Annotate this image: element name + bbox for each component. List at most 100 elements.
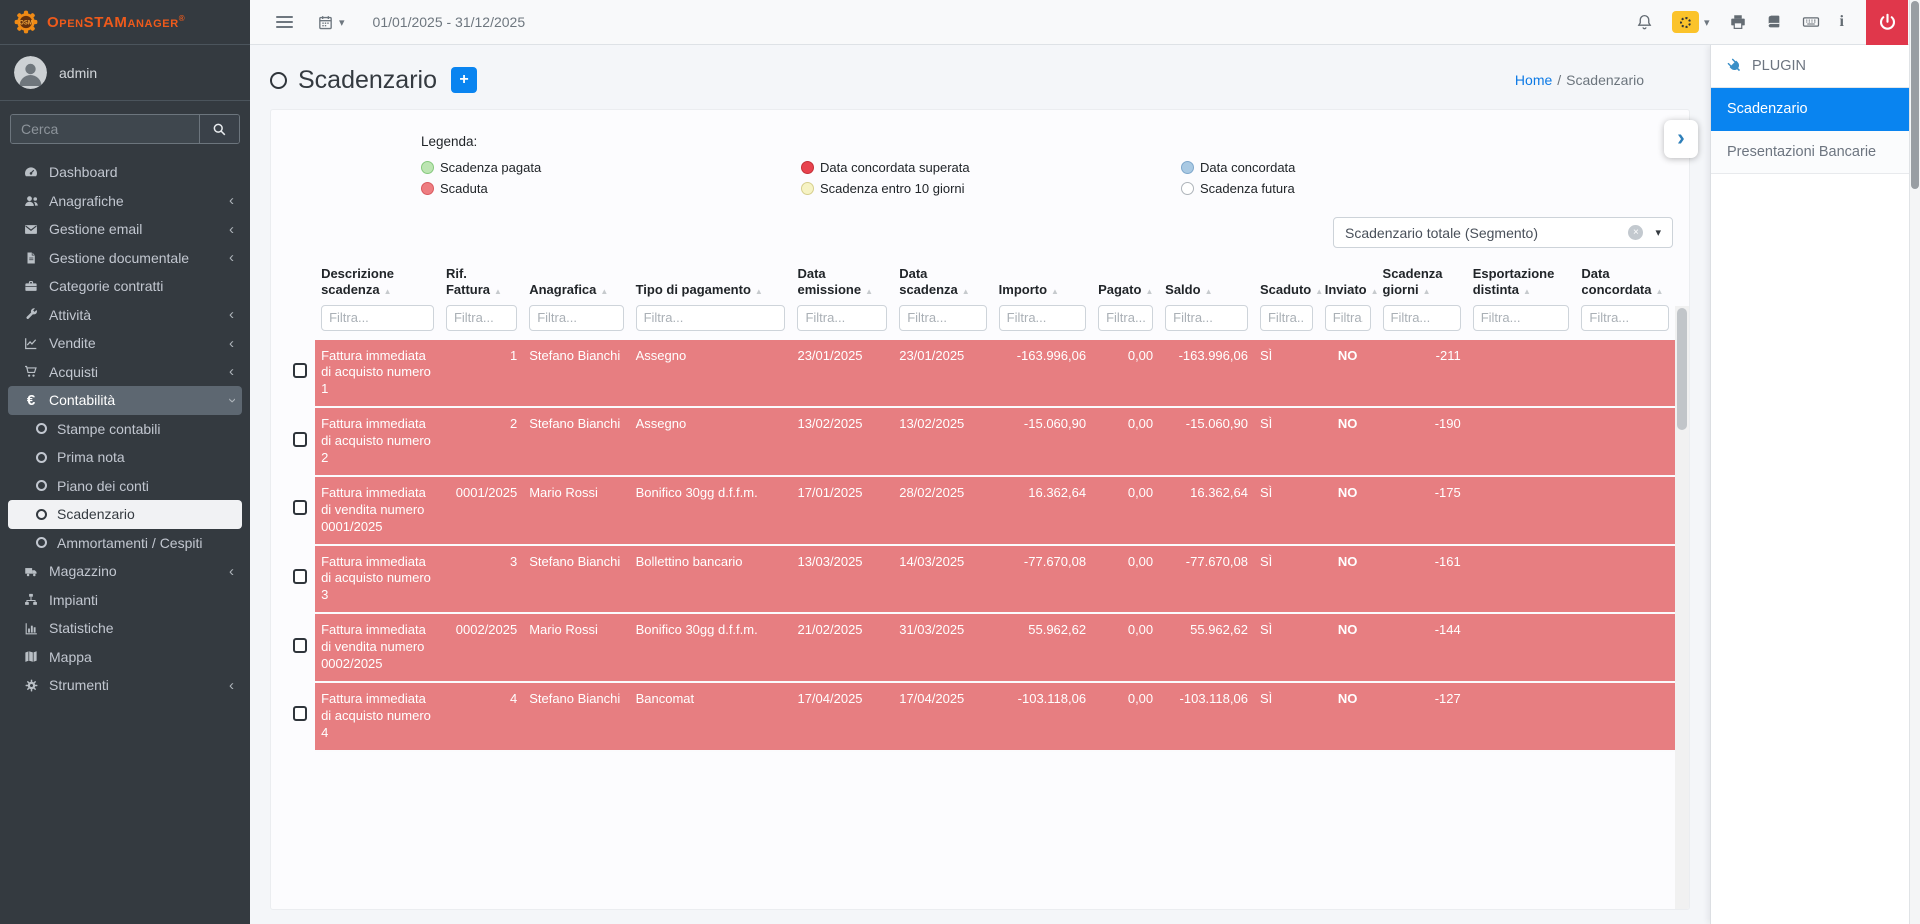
row-checkbox[interactable] [293, 706, 307, 721]
menu-toggle-icon[interactable] [276, 13, 293, 31]
table-scrollbar-thumb[interactable] [1677, 308, 1687, 430]
plugin-item[interactable]: Presentazioni Bancarie [1711, 131, 1920, 174]
sidebar-item-statistiche[interactable]: Statistiche [8, 614, 242, 643]
filter-input[interactable] [1473, 305, 1570, 331]
sidebar-item-acquisti[interactable]: Acquisti ‹ [8, 358, 242, 387]
column-header[interactable]: Pagato▲ [1092, 264, 1159, 301]
filter-input[interactable] [797, 305, 887, 331]
column-header[interactable]: Scadenza giorni▲ [1377, 264, 1467, 301]
table-row[interactable]: Fattura immediata di acquisto numero 33S… [285, 545, 1675, 614]
sidebar-item-dashboard[interactable]: Dashboard [8, 158, 242, 187]
table-row[interactable]: Fattura immediata di vendita numero 0001… [285, 476, 1675, 545]
filter-input[interactable] [636, 305, 786, 331]
sidebar-item-impianti[interactable]: Impianti [8, 586, 242, 615]
sidebar-item-vendite[interactable]: Vendite ‹ [8, 329, 242, 358]
column-header[interactable]: Data concordata▲ [1575, 264, 1675, 301]
table-row[interactable]: Fattura immediata di acquisto numero 44S… [285, 682, 1675, 751]
filter-input[interactable] [1165, 305, 1248, 331]
sidebar-item-anagrafiche[interactable]: Anagrafiche ‹ [8, 187, 242, 216]
plugin-item[interactable]: Scadenzario [1711, 88, 1920, 131]
sidebar-item-strumenti[interactable]: Strumenti ‹ [8, 671, 242, 700]
cell-importo: -103.118,06 [993, 682, 1092, 751]
info-icon[interactable]: i [1840, 13, 1844, 31]
sidebar-item-gestione-email[interactable]: Gestione email ‹ [8, 215, 242, 244]
users-icon [20, 193, 42, 209]
legend-label: Scadenza futura [1200, 181, 1295, 196]
row-checkbox[interactable] [293, 432, 307, 447]
power-icon [1877, 12, 1898, 33]
sidebar-subitem-stampe-contabili[interactable]: Stampe contabili [8, 415, 242, 444]
shopping-cart-icon [20, 364, 42, 379]
filter-input[interactable] [899, 305, 986, 331]
row-checkbox[interactable] [293, 569, 307, 584]
filter-input[interactable] [999, 305, 1086, 331]
sidebar-item-magazzino[interactable]: Magazzino ‹ [8, 557, 242, 586]
row-checkbox[interactable] [293, 500, 307, 515]
circle-icon [36, 452, 47, 463]
chevron-left-icon: ‹ [229, 336, 234, 351]
date-range[interactable]: 01/01/2025 - 31/12/2025 [373, 14, 526, 30]
docs-book-icon[interactable] [1766, 13, 1782, 31]
print-icon[interactable] [1729, 13, 1747, 31]
cell-scadenza: 23/01/2025 [893, 340, 992, 408]
cell-scaduto: SÌ [1254, 476, 1319, 545]
sidebar-item-contabilita[interactable]: € Contabilità ‹ [8, 386, 242, 415]
cell-desc: Fattura immediata di vendita numero 0002… [315, 613, 440, 682]
filter-input[interactable] [321, 305, 434, 331]
filter-input[interactable] [1581, 305, 1669, 331]
row-checkbox[interactable] [293, 638, 307, 653]
sidebar-subitem-scadenzario[interactable]: Scadenzario [8, 500, 242, 529]
filter-input[interactable] [1260, 305, 1313, 331]
table-row[interactable]: Fattura immediata di vendita numero 0002… [285, 613, 1675, 682]
column-header[interactable]: Inviato▲ [1319, 264, 1377, 301]
sidebar-item-mappa[interactable]: Mappa [8, 643, 242, 672]
column-header[interactable]: Tipo di pagamento▲ [630, 264, 792, 301]
segment-select[interactable]: Scadenzario totale (Segmento) × ▾ [1333, 217, 1673, 248]
column-header[interactable]: Data scadenza▲ [893, 264, 992, 301]
legend-dot [801, 182, 814, 195]
table-row[interactable]: Fattura immediata di acquisto numero 22S… [285, 407, 1675, 476]
services-status-dropdown[interactable]: ▾ [1672, 11, 1710, 33]
sidebar-item-categorie-contratti[interactable]: Categorie contratti [8, 272, 242, 301]
logout-power-button[interactable] [1866, 0, 1908, 45]
notifications-bell-icon[interactable] [1636, 13, 1653, 31]
sidebar-item-attivita[interactable]: Attività ‹ [8, 301, 242, 330]
row-checkbox[interactable] [293, 363, 307, 378]
search-input[interactable] [11, 115, 199, 143]
column-header[interactable]: Rif. Fattura▲ [440, 264, 523, 301]
cell-inviato: NO [1319, 682, 1377, 751]
filter-input[interactable] [1383, 305, 1461, 331]
user-panel[interactable]: admin [0, 45, 250, 101]
search-button[interactable] [199, 115, 239, 143]
column-header[interactable]: Importo▲ [993, 264, 1092, 301]
filter-input[interactable] [529, 305, 623, 331]
page-scrollbar-thumb[interactable] [1911, 1, 1919, 189]
column-header[interactable]: Saldo▲ [1159, 264, 1254, 301]
brand-logo[interactable]: OSM OpenSTAManager® [0, 0, 250, 45]
sidebar-subitem-ammortamenti-cespiti[interactable]: Ammortamenti / Cespiti [8, 529, 242, 558]
column-header[interactable]: Scaduto▲ [1254, 264, 1319, 301]
plugin-panel-expand-button[interactable]: › [1664, 120, 1698, 158]
keyboard-shortcuts-icon[interactable] [1801, 13, 1821, 31]
column-header[interactable]: Descrizione scadenza▲ [315, 264, 440, 301]
column-header[interactable]: Anagrafica▲ [523, 264, 629, 301]
cell-emissione: 21/02/2025 [791, 613, 893, 682]
table-row[interactable]: Fattura immediata di acquisto numero 11S… [285, 340, 1675, 408]
filter-input[interactable] [1098, 305, 1153, 331]
column-header[interactable]: Data emissione▲ [791, 264, 893, 301]
add-record-button[interactable]: + [451, 67, 477, 93]
osm-gear-logo-icon: OSM [12, 8, 40, 36]
sidebar-item-gestione-documentale[interactable]: Gestione documentale ‹ [8, 244, 242, 273]
filter-input[interactable] [1325, 305, 1371, 331]
calendar-picker[interactable]: ▾ [317, 14, 345, 31]
sidebar-subitem-piano-dei-conti[interactable]: Piano dei conti [8, 472, 242, 501]
column-header[interactable]: Esportazione distinta▲ [1467, 264, 1576, 301]
cell-giorni: -211 [1377, 340, 1467, 408]
breadcrumb-home-link[interactable]: Home [1515, 72, 1552, 88]
document-icon [20, 250, 42, 266]
filter-input[interactable] [446, 305, 517, 331]
plugin-panel-title: PLUGIN [1752, 58, 1806, 74]
clear-icon[interactable]: × [1628, 225, 1643, 240]
sidebar-subitem-prima-nota[interactable]: Prima nota [8, 443, 242, 472]
topbar: ▾ 01/01/2025 - 31/12/2025 ▾ i [250, 0, 1920, 45]
